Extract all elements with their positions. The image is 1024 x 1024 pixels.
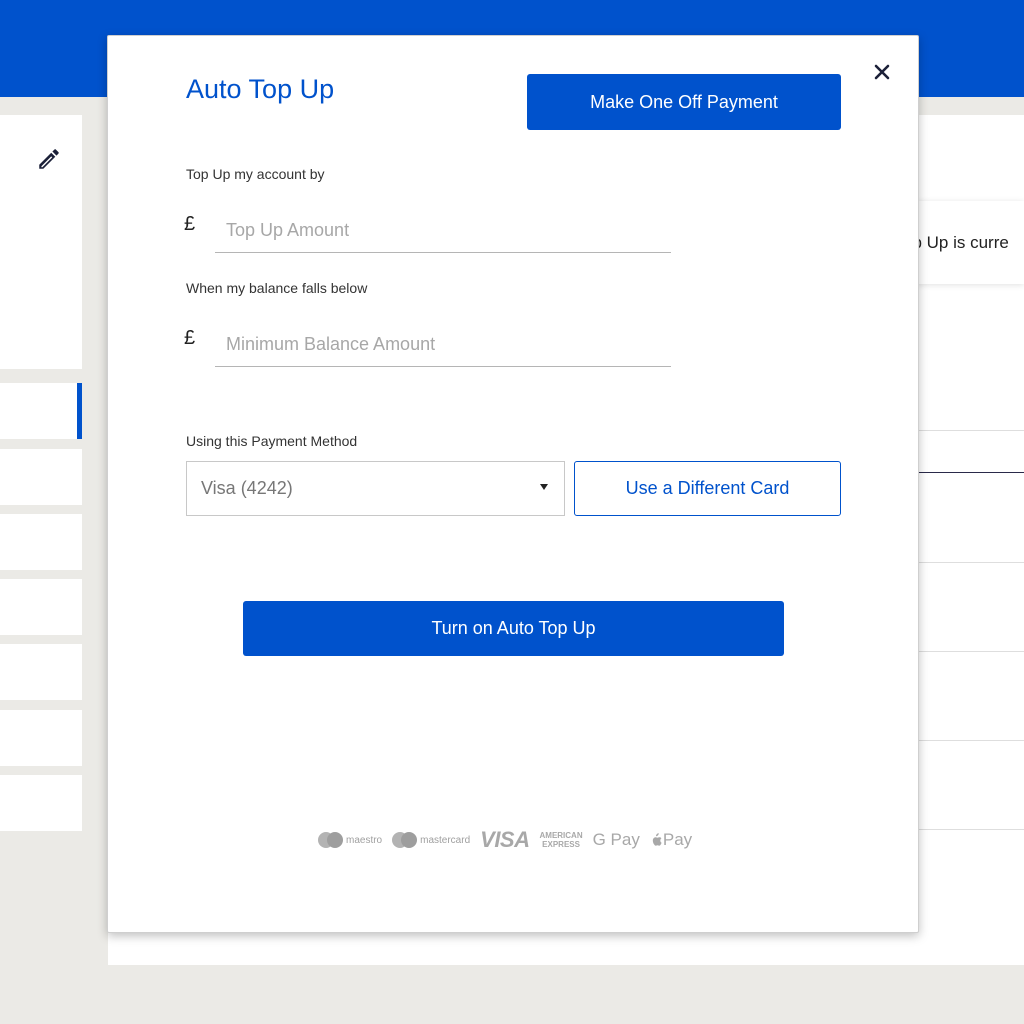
google-pay-logo-icon: G Pay (592, 830, 640, 849)
divider (918, 430, 1024, 431)
side-nav-item[interactable] (0, 644, 82, 700)
side-nav-item[interactable] (0, 514, 82, 570)
side-nav-item[interactable] (0, 775, 82, 831)
amex-logo-icon: AMERICAN EXPRESS (539, 831, 583, 849)
caret-down-icon (540, 484, 548, 490)
payment-logos: maestro mastercard VISA AMERICAN EXPRESS … (318, 827, 702, 852)
use-different-card-button[interactable]: Use a Different Card (574, 461, 841, 516)
side-nav-item[interactable] (0, 579, 82, 635)
maestro-logo-icon: maestro (318, 832, 382, 848)
tab-underline (918, 472, 1024, 473)
banner-text: op Up is curre (915, 233, 1009, 252)
payment-method-select[interactable]: Visa (4242) (186, 461, 565, 516)
topup-amount-label: Top Up my account by (186, 166, 325, 182)
mastercard-logo-icon: mastercard (392, 832, 470, 848)
apple-pay-logo-icon: Pay (650, 830, 692, 850)
topup-amount-input[interactable] (215, 209, 671, 253)
visa-logo-icon: VISA (480, 827, 530, 852)
pencil-edit-icon[interactable] (36, 146, 62, 172)
auto-topup-status-banner: op Up is curre (915, 201, 1024, 284)
make-one-off-payment-button[interactable]: Make One Off Payment (527, 74, 841, 130)
topup-currency-symbol: £ (184, 213, 196, 235)
auto-topup-modal: Auto Top Up Make One Off Payment Top Up … (107, 35, 919, 933)
turn-on-auto-topup-button[interactable]: Turn on Auto Top Up (243, 601, 784, 656)
divider (918, 829, 1024, 830)
payment-method-value: Visa (4242) (201, 478, 293, 498)
divider (918, 651, 1024, 652)
min-balance-currency-symbol: £ (184, 327, 196, 349)
divider (918, 562, 1024, 563)
divider (918, 740, 1024, 741)
modal-title: Auto Top Up (186, 74, 335, 104)
side-nav-item[interactable] (0, 710, 82, 766)
side-nav-item[interactable] (0, 449, 82, 505)
min-balance-label: When my balance falls below (186, 280, 368, 296)
close-icon[interactable] (868, 58, 896, 86)
payment-method-label: Using this Payment Method (186, 433, 358, 449)
side-nav-item-active[interactable] (0, 383, 82, 439)
min-balance-input[interactable] (215, 323, 671, 367)
